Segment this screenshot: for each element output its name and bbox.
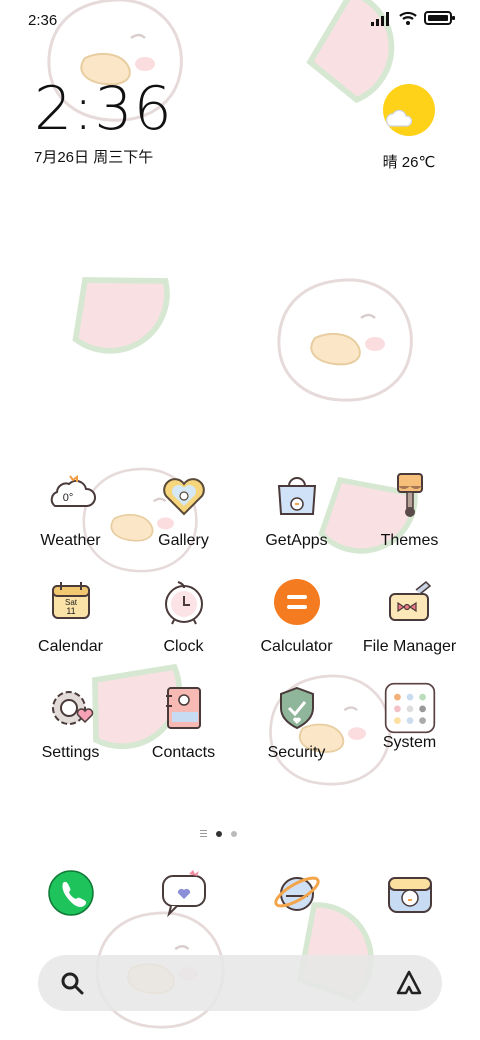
app-label: Settings xyxy=(41,744,100,761)
weather-cloud-icon: 0° xyxy=(45,470,97,522)
folder-bow-icon xyxy=(384,576,436,628)
status-icons xyxy=(370,10,456,26)
app-contacts[interactable]: Contacts xyxy=(127,682,240,762)
app-settings[interactable]: Settings xyxy=(14,682,127,762)
phone-icon xyxy=(44,866,98,920)
app-themes[interactable]: Themes xyxy=(353,470,466,550)
search-icon[interactable] xyxy=(58,969,86,997)
app-label: Contacts xyxy=(151,744,216,761)
app-gallery[interactable]: Gallery xyxy=(127,470,240,550)
app-file-manager[interactable]: File Manager xyxy=(353,576,466,656)
signal-icon xyxy=(371,12,389,26)
app-label: Calculator xyxy=(260,638,333,655)
page-dot-1[interactable] xyxy=(216,830,222,837)
dock-phone[interactable] xyxy=(14,866,127,920)
address-book-icon xyxy=(158,682,210,734)
app-label: Gallery xyxy=(158,532,209,549)
clock-widget[interactable]: 2:36 7月26日 周三下午 xyxy=(34,78,173,167)
heart-frame-icon xyxy=(158,470,210,522)
menu-lines-icon xyxy=(200,830,207,837)
dock-messages[interactable] xyxy=(127,866,240,920)
app-system[interactable]: System xyxy=(353,682,466,762)
app-security[interactable]: Security xyxy=(240,682,353,762)
alarm-clock-icon xyxy=(158,576,210,628)
shopping-bag-icon xyxy=(271,470,323,522)
app-clock[interactable]: Clock xyxy=(127,576,240,656)
calendar-date: 11 xyxy=(66,606,75,616)
system-folder-icon xyxy=(384,682,436,734)
app-label: Clock xyxy=(163,638,204,655)
clock-time: 2:36 xyxy=(34,74,173,144)
status-bar: 2:36 xyxy=(0,0,480,40)
app-label: Calendar xyxy=(38,638,103,655)
app-label: Weather xyxy=(40,532,101,549)
app-calendar[interactable]: Sat 11 Calendar xyxy=(14,576,127,656)
app-label: Themes xyxy=(380,532,439,549)
dock xyxy=(14,866,466,920)
app-label: System xyxy=(382,734,437,751)
search-bar[interactable] xyxy=(38,955,442,1011)
app-grid: 0° Weather Gallery GetApps Themes Sat 11… xyxy=(14,470,466,762)
camera-duck-icon xyxy=(383,866,437,920)
dock-browser[interactable] xyxy=(240,866,353,920)
calendar-icon: Sat 11 xyxy=(45,576,97,628)
dock-camera[interactable] xyxy=(353,866,466,920)
assistant-icon[interactable] xyxy=(394,969,424,997)
app-label: Security xyxy=(267,744,326,761)
page-dot-2[interactable] xyxy=(231,830,237,837)
shield-check-icon xyxy=(271,682,323,734)
status-time: 2:36 xyxy=(28,12,58,29)
calculator-icon xyxy=(271,576,323,628)
app-label: File Manager xyxy=(362,638,457,655)
wifi-icon xyxy=(399,11,417,25)
message-heart-icon xyxy=(157,866,211,920)
weather-badge: 0° xyxy=(62,492,73,504)
app-weather[interactable]: 0° Weather xyxy=(14,470,127,550)
app-label: GetApps xyxy=(265,532,328,549)
app-calculator[interactable]: Calculator xyxy=(240,576,353,656)
page-indicator[interactable] xyxy=(200,830,237,837)
clock-date: 7月26日 周三下午 xyxy=(34,149,154,166)
gear-heart-icon xyxy=(45,682,97,734)
weather-widget[interactable]: 晴 26℃ xyxy=(374,82,444,172)
battery-icon xyxy=(424,11,455,25)
browser-icon xyxy=(270,866,324,920)
app-getapps[interactable]: GetApps xyxy=(240,470,353,550)
sun-cloud-icon xyxy=(383,84,435,136)
paintbrush-icon xyxy=(384,470,436,522)
weather-text: 晴 26℃ xyxy=(382,154,436,171)
